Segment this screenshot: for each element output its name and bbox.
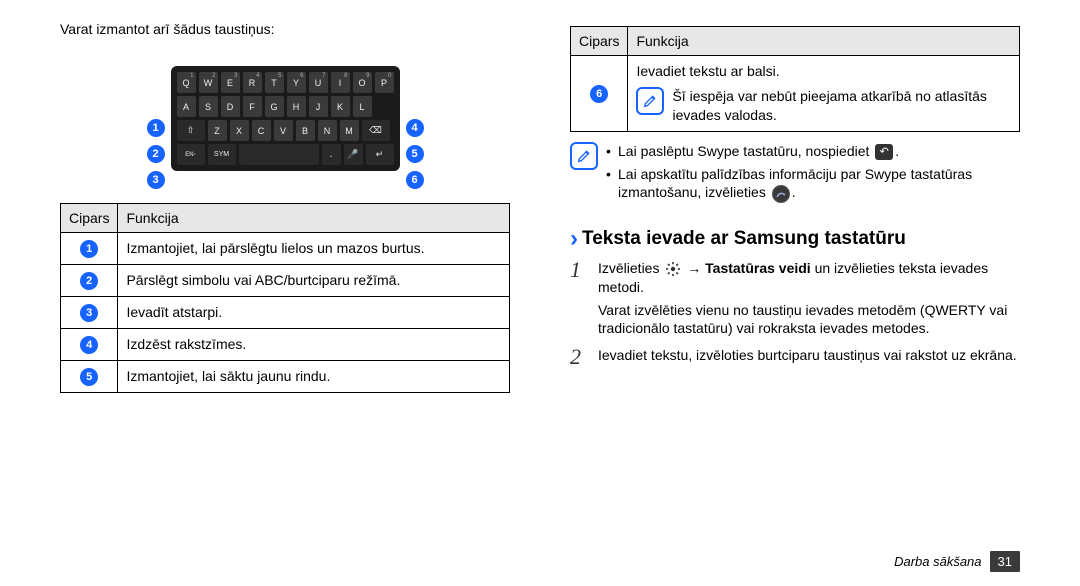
- page-number: 31: [990, 551, 1020, 572]
- row-badge: 5: [80, 368, 98, 386]
- step-2: 2 Ievadiet tekstu, izvēloties burtciparu…: [570, 346, 1020, 368]
- bold-label: Tastatūras veidi: [705, 260, 811, 276]
- intro-text: Varat izmantot arī šādus taustiņus:: [60, 20, 510, 39]
- note-text: Šī iespēja var nebūt pieejama atkarībā n…: [672, 87, 1011, 125]
- row-text: Izmantojiet, lai pārslēgtu lielos un maz…: [118, 232, 510, 264]
- legend-head-func: Funkcija: [118, 203, 510, 232]
- legend-head-num: Cipars: [61, 203, 118, 232]
- row-text: Izmantojiet, lai sāktu jaunu rindu.: [118, 360, 510, 392]
- row-text: Ievadiet tekstu ar balsi.: [636, 62, 1011, 81]
- table-row: 5 Izmantojiet, lai sāktu jaunu rindu.: [61, 360, 510, 392]
- row-badge: 6: [590, 85, 608, 103]
- callout-4: 4: [406, 119, 424, 137]
- tip-list: Lai paslēptu Swype tastatūru, nospiediet…: [606, 142, 1020, 207]
- row-badge: 3: [80, 304, 98, 322]
- legend-table-cont: Cipars Funkcija 6 Ievadiet tekstu ar bal…: [570, 26, 1020, 132]
- list-item: Lai apskatītu palīdzības informāciju par…: [606, 165, 1020, 203]
- row-text: Pārslēgt simbolu vai ABC/burtciparu režī…: [118, 264, 510, 296]
- step-subtext: Varat izvēlēties vienu no taustiņu ievad…: [598, 301, 1020, 339]
- callout-3: 3: [147, 171, 165, 189]
- callout-6: 6: [406, 171, 424, 189]
- keyboard-figure: 1 2 3 1Q2W3E4R5T6Y7U8I9O0P ASDFGHJKL ⇧ZX…: [60, 49, 510, 189]
- legend-head-func: Funkcija: [628, 27, 1020, 56]
- back-key-icon: ↶: [875, 144, 893, 160]
- callout-1: 1: [147, 119, 165, 137]
- note-icon: [636, 87, 664, 115]
- table-row: 6 Ievadiet tekstu ar balsi. Šī iespēja v…: [571, 56, 1020, 132]
- row-badge: 4: [80, 336, 98, 354]
- row-badge: 2: [80, 272, 98, 290]
- gear-icon: [665, 261, 681, 277]
- callout-5: 5: [406, 145, 424, 163]
- footer-label: Darba sākšana: [894, 554, 981, 569]
- row-badge: 1: [80, 240, 98, 258]
- row-text: Izdzēst rakstzīmes.: [118, 328, 510, 360]
- table-row: 4 Izdzēst rakstzīmes.: [61, 328, 510, 360]
- table-row: 2 Pārslēgt simbolu vai ABC/burtciparu re…: [61, 264, 510, 296]
- section-heading: › Teksta ievade ar Samsung tastatūru: [570, 227, 1020, 251]
- callout-2: 2: [147, 145, 165, 163]
- page-footer: Darba sākšana 31: [894, 551, 1020, 572]
- table-row: 1 Izmantojiet, lai pārslēgtu lielos un m…: [61, 232, 510, 264]
- note-icon: [570, 142, 598, 170]
- row-text: Ievadīt atstarpi.: [118, 296, 510, 328]
- legend-table: Cipars Funkcija 1 Izmantojiet, lai pārsl…: [60, 203, 510, 393]
- swype-logo-icon: [772, 185, 790, 203]
- keyboard-image: 1Q2W3E4R5T6Y7U8I9O0P ASDFGHJKL ⇧ZXCVBNM⌫…: [171, 66, 400, 171]
- chevron-icon: ›: [570, 227, 578, 251]
- step-1: 1 Izvēlieties → Tastatūras veidi un izvē…: [570, 259, 1020, 339]
- legend-head-num: Cipars: [571, 27, 628, 56]
- list-item: Lai paslēptu Swype tastatūru, nospiediet…: [606, 142, 1020, 161]
- table-row: 3 Ievadīt atstarpi.: [61, 296, 510, 328]
